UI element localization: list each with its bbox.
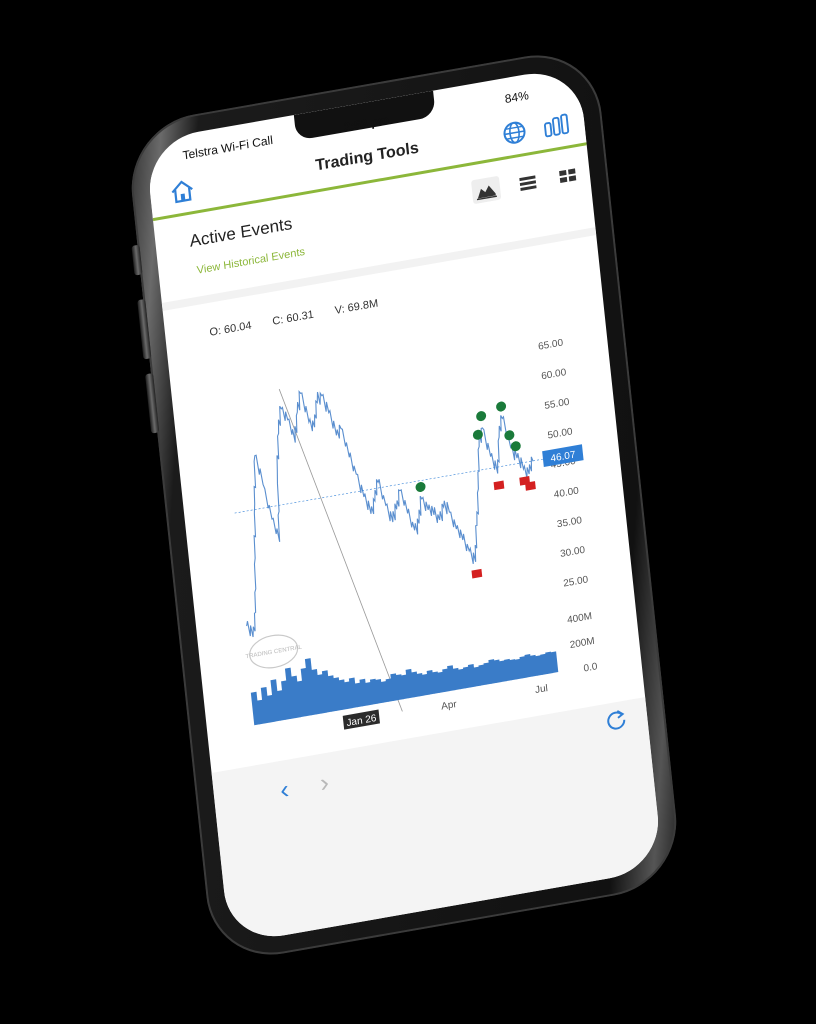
close-value: C: 60.31	[271, 308, 315, 328]
volume-tick-label: 200M	[569, 636, 595, 651]
stage: Telstra Wi-Fi Call 2:53 pm 84% Trading T…	[0, 0, 816, 1024]
x-axis-label: Apr	[441, 699, 458, 713]
clock: 2:53 pm	[343, 112, 390, 135]
volume-tick-label: 400M	[567, 611, 593, 626]
list-icon[interactable]	[513, 168, 543, 197]
price-series-line	[246, 390, 534, 638]
volume-value: V: 69.8M	[334, 297, 379, 317]
bearish-event-marker	[471, 568, 483, 579]
historical-events-link[interactable]: View Historical Events	[196, 246, 305, 277]
price-tick-label: 60.00	[541, 367, 567, 382]
volume-down-button	[145, 372, 160, 434]
watermark-text: TRADING CENTRAL	[245, 644, 303, 660]
bullish-event-marker	[415, 482, 426, 493]
price-chart[interactable]: TRADING CENTRAL 65.0060.0055.0050.0045.0…	[189, 295, 631, 779]
price-tick-label: 55.00	[544, 397, 570, 412]
battery-level: 84%	[504, 88, 530, 107]
price-tick-label: 35.00	[556, 515, 582, 530]
phone-screen: Telstra Wi-Fi Call 2:53 pm 84% Trading T…	[144, 65, 664, 945]
refresh-icon[interactable]	[602, 704, 631, 741]
price-tick-label: 50.00	[547, 426, 573, 441]
price-tick-label: 65.00	[538, 337, 564, 352]
crosshair-line	[278, 388, 403, 712]
chevron-left-icon[interactable]: ‹	[279, 774, 291, 806]
price-tick-label: 25.00	[563, 574, 589, 589]
volume-tick-label: 0.0	[583, 661, 598, 674]
section-title: Active Events	[188, 214, 294, 251]
price-tick-label: 30.00	[560, 545, 586, 560]
globe-icon[interactable]	[499, 116, 530, 149]
x-axis-label: Jul	[535, 683, 549, 696]
area-chart-icon[interactable]	[470, 175, 502, 205]
bearish-event-marker	[493, 480, 505, 491]
bullish-event-marker	[476, 411, 487, 422]
phone-device: Telstra Wi-Fi Call 2:53 pm 84% Trading T…	[124, 44, 684, 966]
bullish-event-marker	[510, 441, 521, 452]
volume-up-button	[137, 298, 152, 360]
grid-icon[interactable]	[552, 161, 582, 190]
price-tick-label: 40.00	[553, 486, 579, 501]
open-value: O: 60.04	[208, 319, 253, 339]
bullish-event-marker	[496, 401, 507, 412]
bars-icon[interactable]	[541, 109, 574, 142]
chevron-right-icon[interactable]: ›	[318, 767, 330, 799]
silent-switch	[131, 244, 143, 276]
